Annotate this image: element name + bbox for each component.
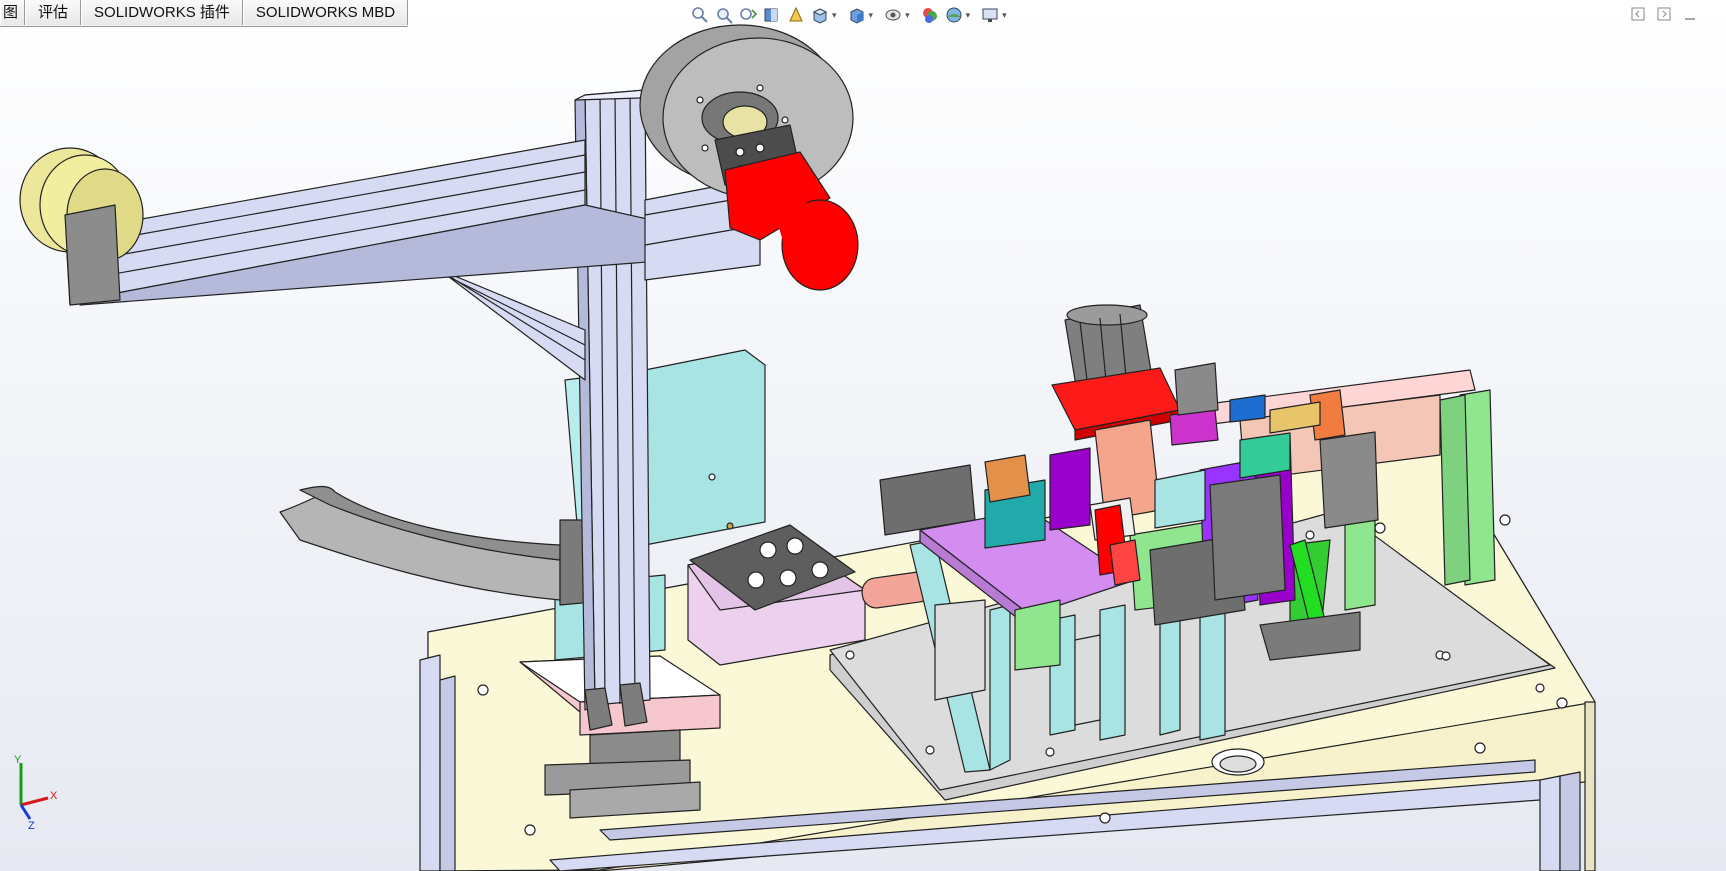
tab-partial[interactable]: 图 bbox=[0, 0, 26, 25]
tab-solidworks-addins[interactable]: SOLIDWORKS 插件 bbox=[81, 0, 243, 25]
reference-triad: Y X Z bbox=[14, 755, 58, 830]
triad-z-label: Z bbox=[28, 820, 35, 830]
edit-appearance-icon[interactable] bbox=[920, 5, 940, 25]
tab-solidworks-mbd[interactable]: SOLIDWORKS MBD bbox=[242, 0, 409, 25]
minimize-icon[interactable] bbox=[1682, 6, 1698, 22]
heads-up-view-toolbar: ▾ ▾ ▾ ▾ ▾ bbox=[690, 4, 1013, 26]
tile-left-icon[interactable] bbox=[1630, 6, 1646, 22]
apply-scene-icon[interactable] bbox=[944, 5, 964, 25]
aluminum-arm bbox=[64, 139, 761, 306]
window-controls bbox=[1630, 6, 1698, 22]
chevron-down-icon[interactable]: ▾ bbox=[832, 10, 837, 21]
model-viewport[interactable] bbox=[0, 0, 1726, 871]
chevron-down-icon[interactable]: ▾ bbox=[869, 10, 874, 21]
display-style-icon[interactable] bbox=[847, 5, 867, 25]
tab-evaluate[interactable]: 评估 bbox=[25, 0, 82, 25]
dynamic-annotation-icon[interactable] bbox=[786, 5, 806, 25]
view-settings-icon[interactable] bbox=[980, 5, 1000, 25]
zoom-to-area-icon[interactable] bbox=[714, 5, 734, 25]
z-axis bbox=[19, 804, 32, 820]
tile-right-icon[interactable] bbox=[1656, 6, 1672, 22]
triad-x-label: X bbox=[50, 790, 58, 802]
chevron-down-icon[interactable]: ▾ bbox=[905, 10, 910, 21]
zoom-to-fit-icon[interactable] bbox=[690, 5, 710, 25]
hide-show-items-icon[interactable] bbox=[883, 5, 903, 25]
x-axis bbox=[20, 796, 49, 807]
command-manager-tabs: 图 评估 SOLIDWORKS 插件 SOLIDWORKS MBD bbox=[0, 0, 409, 27]
section-view-icon[interactable] bbox=[762, 5, 782, 25]
curved-chute bbox=[279, 485, 616, 606]
previous-view-icon[interactable] bbox=[738, 5, 758, 25]
chevron-down-icon[interactable]: ▾ bbox=[966, 10, 971, 21]
view-orientation-icon[interactable] bbox=[810, 5, 830, 25]
chevron-down-icon[interactable]: ▾ bbox=[1002, 10, 1007, 21]
triad-y-label: Y bbox=[14, 755, 22, 766]
